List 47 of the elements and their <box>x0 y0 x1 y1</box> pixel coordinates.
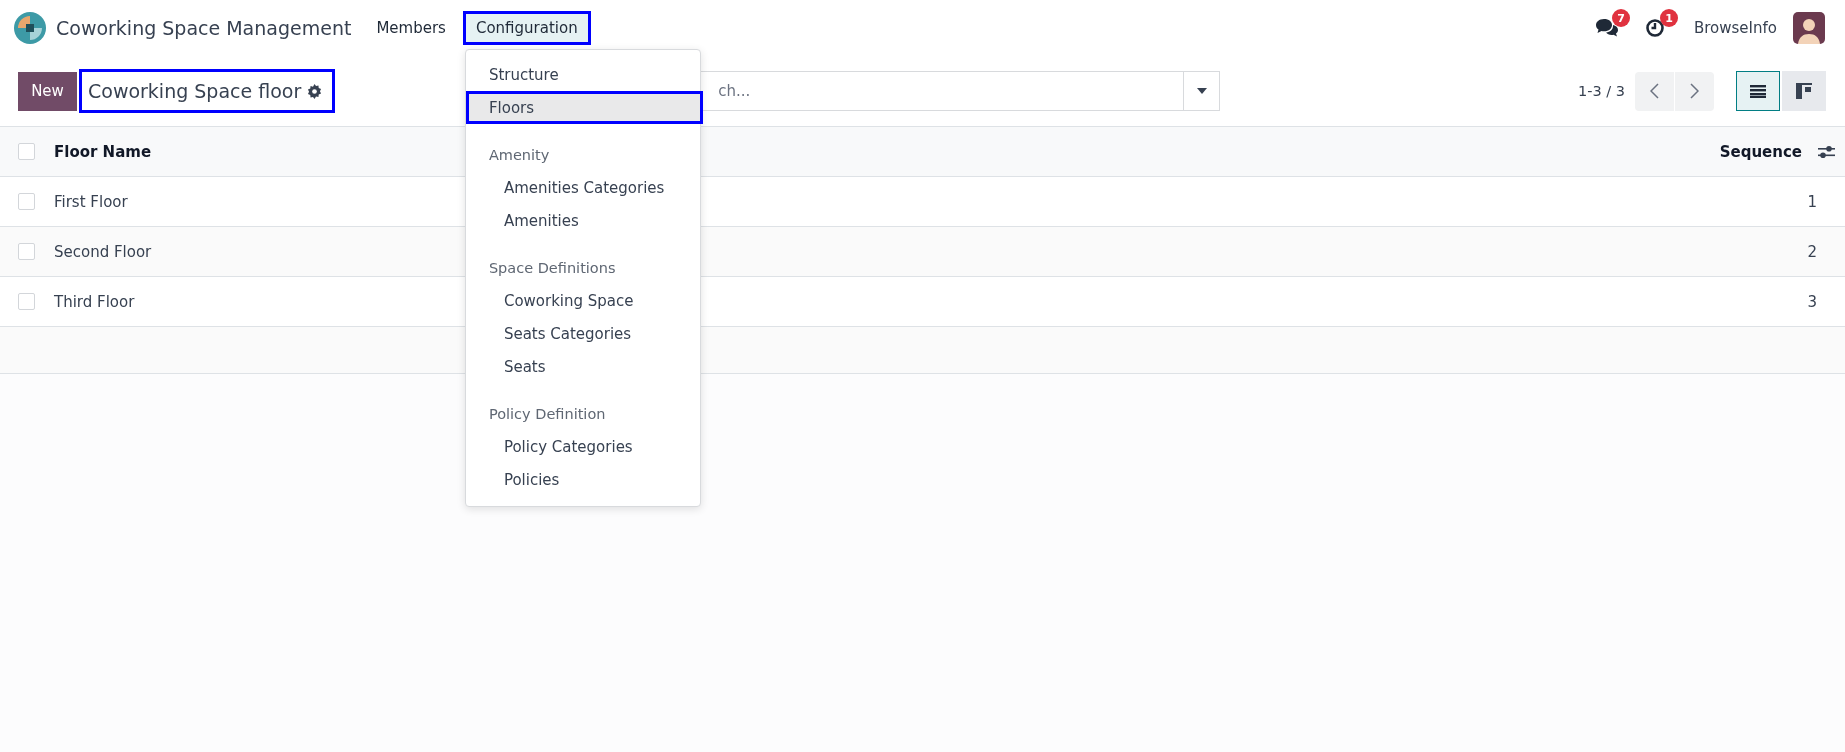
view-switch-button[interactable] <box>1736 71 1780 111</box>
count-badge: 7 <box>1612 9 1630 27</box>
column-settings-icon[interactable] <box>1818 144 1835 159</box>
menu-tab[interactable]: Members <box>363 11 459 45</box>
checkbox[interactable] <box>18 243 35 260</box>
menu-item[interactable]: Floors <box>465 91 703 124</box>
kanban-icon <box>1796 83 1812 99</box>
chat-icon <box>1595 18 1619 38</box>
settings-icon[interactable] <box>307 83 323 99</box>
table-cell: Third Floor <box>54 292 135 311</box>
table-cell: 1 <box>1807 192 1817 211</box>
menu-item[interactable]: Coworking Space <box>465 284 700 317</box>
checkbox[interactable] <box>18 293 35 310</box>
menu-item[interactable]: Seats <box>465 350 700 383</box>
menu-section-header: Amenity <box>487 145 551 165</box>
menu-item[interactable]: Amenities <box>465 204 700 237</box>
column-header[interactable]: Sequence <box>1719 142 1802 161</box>
menu-section-header: Policy Definition <box>487 404 607 424</box>
count-badge: 1 <box>1660 9 1678 27</box>
checkbox[interactable] <box>18 143 35 160</box>
previous-button[interactable] <box>1635 71 1674 111</box>
new-button[interactable]: New <box>18 71 77 111</box>
menu-section-header: Space Definitions <box>487 258 617 278</box>
table-cell: 3 <box>1807 292 1817 311</box>
chevron-right-icon <box>1690 83 1699 99</box>
search-options-button[interactable] <box>1184 71 1221 111</box>
chevron-left-icon <box>1650 83 1659 99</box>
table-cell: 2 <box>1807 242 1817 261</box>
menu-item[interactable]: Policy Categories <box>465 430 700 463</box>
table-cell: Second Floor <box>54 242 152 261</box>
menu-item[interactable]: Seats Categories <box>465 317 700 350</box>
pager-value[interactable]: 1-3 / 3 <box>1578 83 1625 99</box>
user-name[interactable]: BrowseInfo <box>1694 19 1777 37</box>
checkbox[interactable] <box>18 193 35 210</box>
next-button[interactable] <box>1675 71 1714 111</box>
column-header[interactable]: Floor Name <box>54 142 152 161</box>
clock-icon <box>1645 18 1665 38</box>
menu-item[interactable]: Amenities Categories <box>465 171 700 204</box>
title-text: Coworking Space floor <box>88 80 302 102</box>
table-cell: First Floor <box>54 192 128 211</box>
list-icon <box>1750 84 1766 98</box>
caret-icon <box>1196 88 1207 94</box>
menu-tab[interactable]: Configuration <box>462 11 591 45</box>
app-logo <box>14 12 46 44</box>
app-title: Coworking Space Management <box>56 17 352 39</box>
avatar-icon[interactable] <box>1793 12 1825 44</box>
menu-item[interactable]: Policies <box>465 463 700 496</box>
